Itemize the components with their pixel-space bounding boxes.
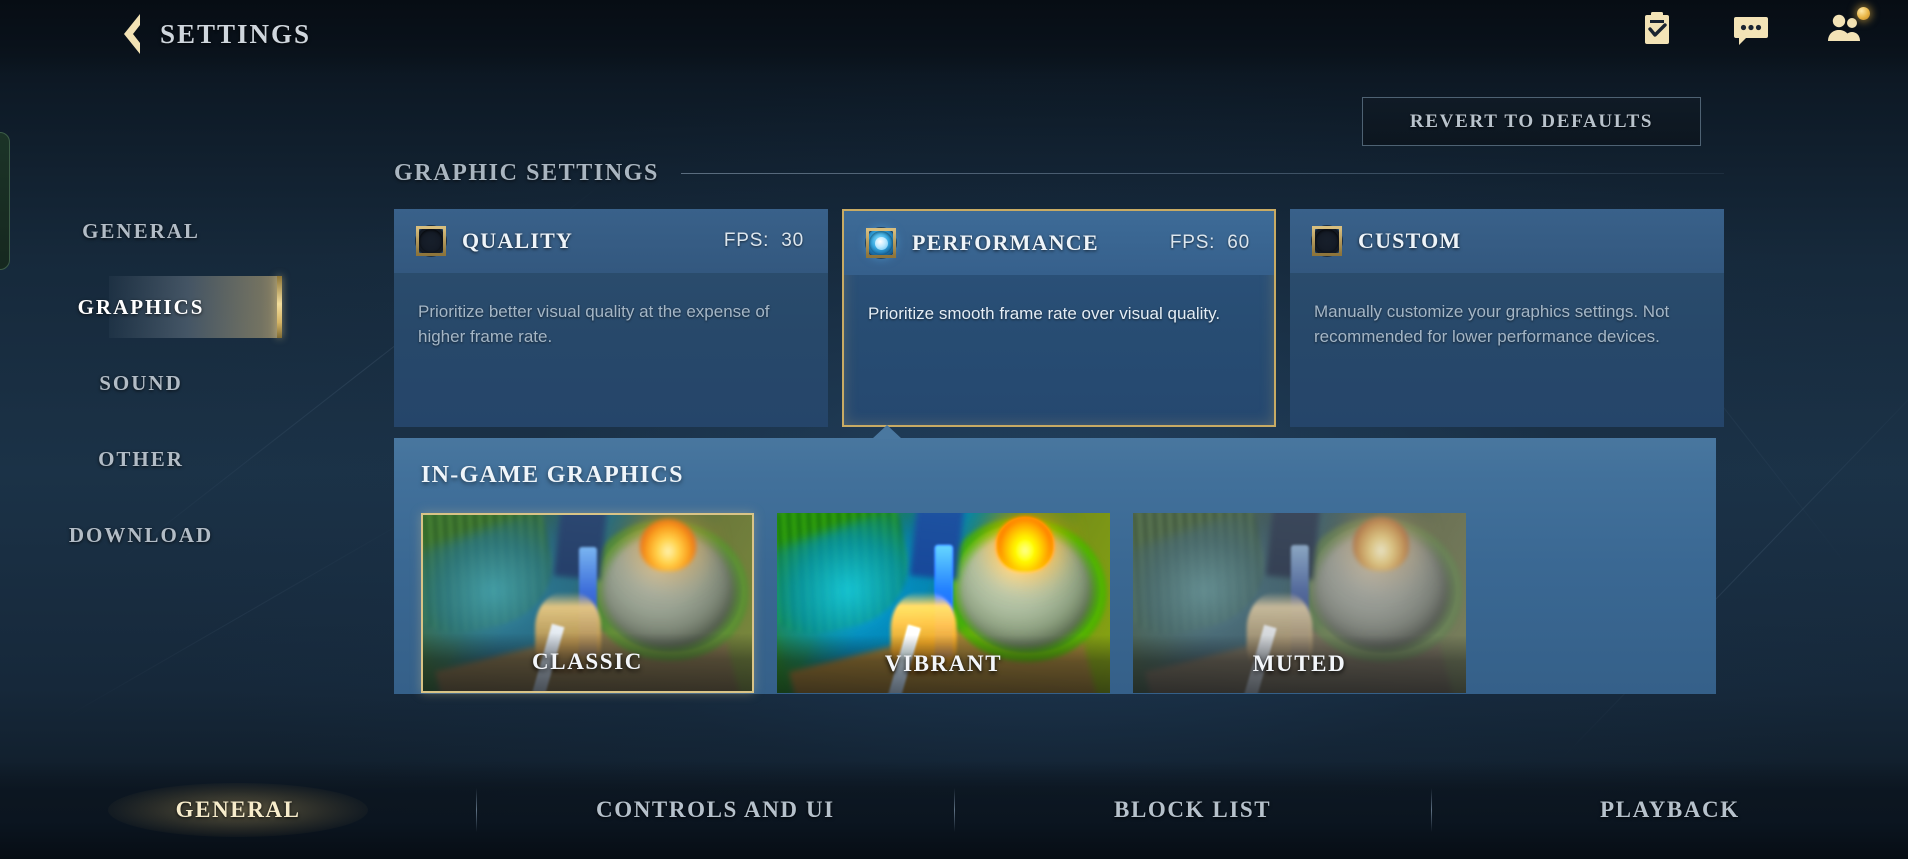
graphic-settings-title: GRAPHIC SETTINGS bbox=[394, 160, 659, 186]
missions-clipboard-icon[interactable] bbox=[1636, 8, 1678, 50]
revert-to-defaults-button[interactable]: REVERT TO DEFAULTS bbox=[1362, 97, 1701, 146]
notification-badge bbox=[1857, 7, 1870, 20]
preset-header: QUALITY FPS: 30 bbox=[394, 209, 828, 273]
back-button[interactable]: SETTINGS bbox=[118, 12, 311, 56]
preset-description: Prioritize better visual quality at the … bbox=[418, 302, 770, 347]
tab-label: CONTROLS AND UI bbox=[596, 797, 835, 822]
style-label: CLASSIC bbox=[423, 633, 752, 691]
preset-description: Manually customize your graphics setting… bbox=[1314, 302, 1670, 347]
in-game-graphics-panel: IN-GAME GRAPHICS CLASSIC VIBRANT MUTED bbox=[394, 425, 1716, 694]
settings-content: GRAPHIC SETTINGS QUALITY FPS: 30 Prioriti… bbox=[394, 160, 1724, 694]
page-title: SETTINGS bbox=[160, 18, 312, 49]
graphics-style-vibrant[interactable]: VIBRANT bbox=[777, 513, 1110, 693]
bottom-tab-bar: GENERAL CONTROLS AND UI BLOCK LIST PLAYB… bbox=[0, 761, 1908, 859]
style-label: MUTED bbox=[1133, 635, 1466, 693]
preset-card-performance[interactable]: PERFORMANCE FPS: 60 Prioritize smooth fra… bbox=[842, 209, 1276, 427]
fps-readout: FPS: 30 bbox=[724, 230, 804, 252]
back-chevron-icon bbox=[124, 14, 140, 54]
style-label: VIBRANT bbox=[777, 635, 1110, 693]
preset-card-group: QUALITY FPS: 30 Prioritize better visual … bbox=[394, 209, 1724, 427]
fps-value: 60 bbox=[1227, 232, 1250, 253]
preset-title: CUSTOM bbox=[1358, 228, 1462, 253]
graphic-settings-header: GRAPHIC SETTINGS bbox=[394, 160, 1724, 187]
radio-button-icon[interactable] bbox=[866, 228, 896, 258]
in-game-graphics-title: IN-GAME GRAPHICS bbox=[421, 462, 684, 488]
preset-title: PERFORMANCE bbox=[912, 230, 1099, 255]
sidebar-item-label: DOWNLOAD bbox=[68, 522, 214, 547]
graphics-style-classic[interactable]: CLASSIC bbox=[421, 513, 754, 693]
selected-preset-notch bbox=[872, 425, 902, 439]
tab-block-list[interactable]: BLOCK LIST bbox=[955, 797, 1431, 823]
header-icon-group bbox=[1636, 7, 1870, 50]
tab-label: BLOCK LIST bbox=[1114, 797, 1272, 822]
sidebar-item-general[interactable]: GENERAL bbox=[0, 200, 282, 262]
tab-controls-and-ui[interactable]: CONTROLS AND UI bbox=[477, 797, 953, 823]
sidebar-item-other[interactable]: OTHER bbox=[0, 428, 282, 490]
settings-sidebar: GENERAL GRAPHICS SOUND OTHER DOWNLOAD bbox=[0, 200, 282, 630]
graphics-style-group: CLASSIC VIBRANT MUTED bbox=[394, 489, 1716, 693]
header-rule bbox=[681, 173, 1724, 174]
tab-label: GENERAL bbox=[175, 797, 301, 822]
preset-header: PERFORMANCE FPS: 60 bbox=[844, 211, 1274, 275]
sidebar-item-label: GRAPHICS bbox=[77, 294, 205, 319]
header-bar: SETTINGS bbox=[0, 0, 1908, 74]
preset-header: CUSTOM bbox=[1290, 209, 1724, 273]
chat-bubble-icon[interactable] bbox=[1730, 8, 1772, 50]
fps-value: 30 bbox=[781, 230, 804, 251]
fps-label: FPS: bbox=[1169, 232, 1216, 253]
tab-general[interactable]: GENERAL bbox=[0, 783, 476, 837]
fps-label: FPS: bbox=[723, 230, 770, 251]
sidebar-item-sound[interactable]: SOUND bbox=[0, 352, 282, 414]
sidebar-item-label: SOUND bbox=[99, 370, 183, 395]
sidebar-item-label: GENERAL bbox=[82, 218, 200, 243]
preset-title: QUALITY bbox=[462, 228, 574, 253]
sidebar-item-graphics[interactable]: GRAPHICS bbox=[0, 276, 282, 338]
sidebar-item-download[interactable]: DOWNLOAD bbox=[0, 504, 282, 566]
friends-people-icon[interactable] bbox=[1824, 7, 1870, 50]
tab-label: PLAYBACK bbox=[1600, 797, 1740, 822]
revert-to-defaults-label: REVERT TO DEFAULTS bbox=[1409, 110, 1654, 132]
preset-card-custom[interactable]: CUSTOM Manually customize your graphics … bbox=[1290, 209, 1724, 427]
sidebar-item-label: OTHER bbox=[98, 446, 184, 471]
preset-description: Prioritize smooth frame rate over visual… bbox=[868, 304, 1221, 323]
preset-card-quality[interactable]: QUALITY FPS: 30 Prioritize better visual … bbox=[394, 209, 828, 427]
fps-readout: FPS: 60 bbox=[1170, 232, 1250, 254]
graphics-style-muted[interactable]: MUTED bbox=[1133, 513, 1466, 693]
radio-button-icon[interactable] bbox=[1312, 226, 1342, 256]
radio-button-icon[interactable] bbox=[416, 226, 446, 256]
settings-screen: SETTINGS REVERT TO DEFAULTS GENERAL GRAP… bbox=[0, 0, 1908, 859]
tab-playback[interactable]: PLAYBACK bbox=[1432, 797, 1908, 823]
